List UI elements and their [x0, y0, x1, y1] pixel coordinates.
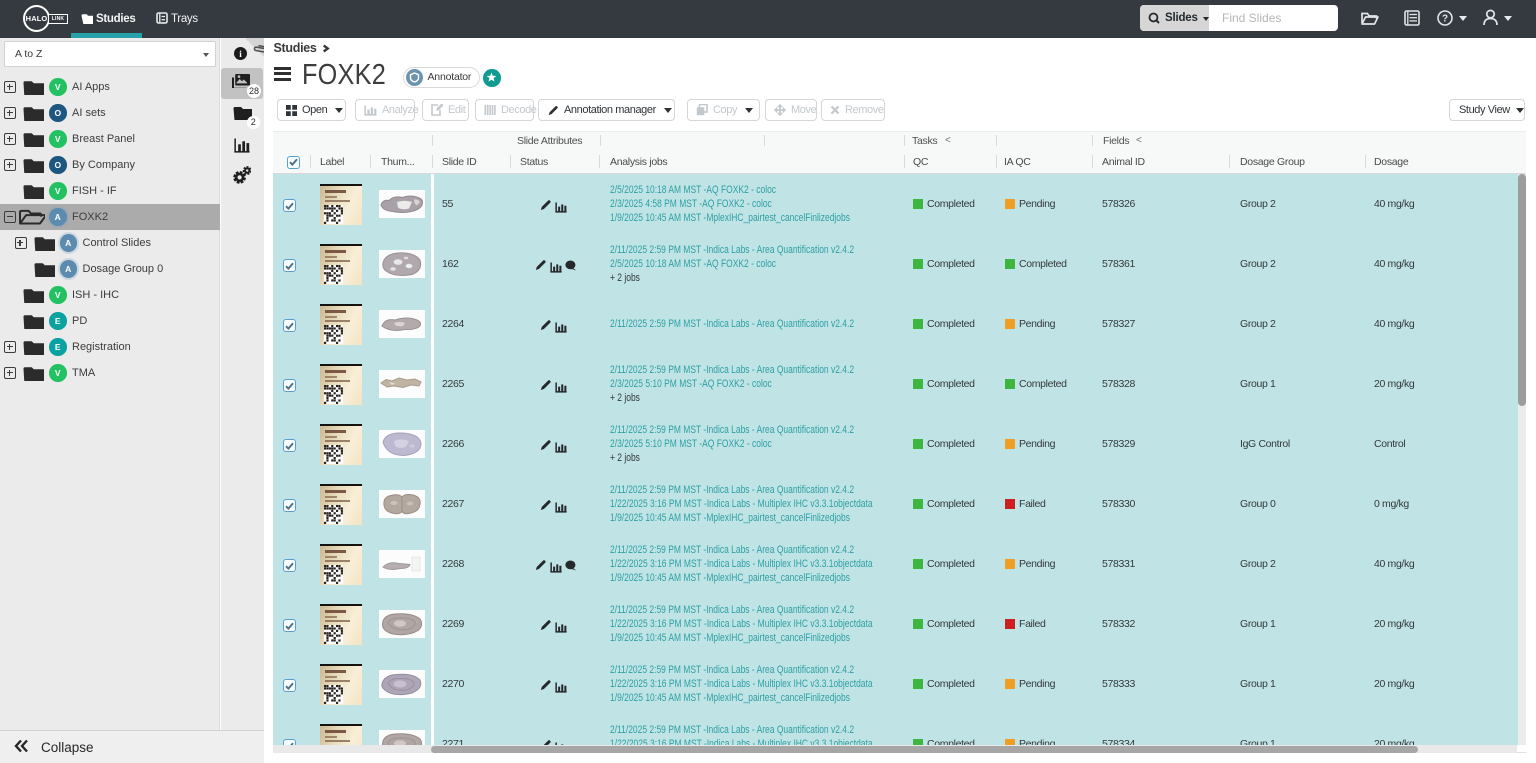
svg-text:?: ?	[1442, 14, 1448, 25]
